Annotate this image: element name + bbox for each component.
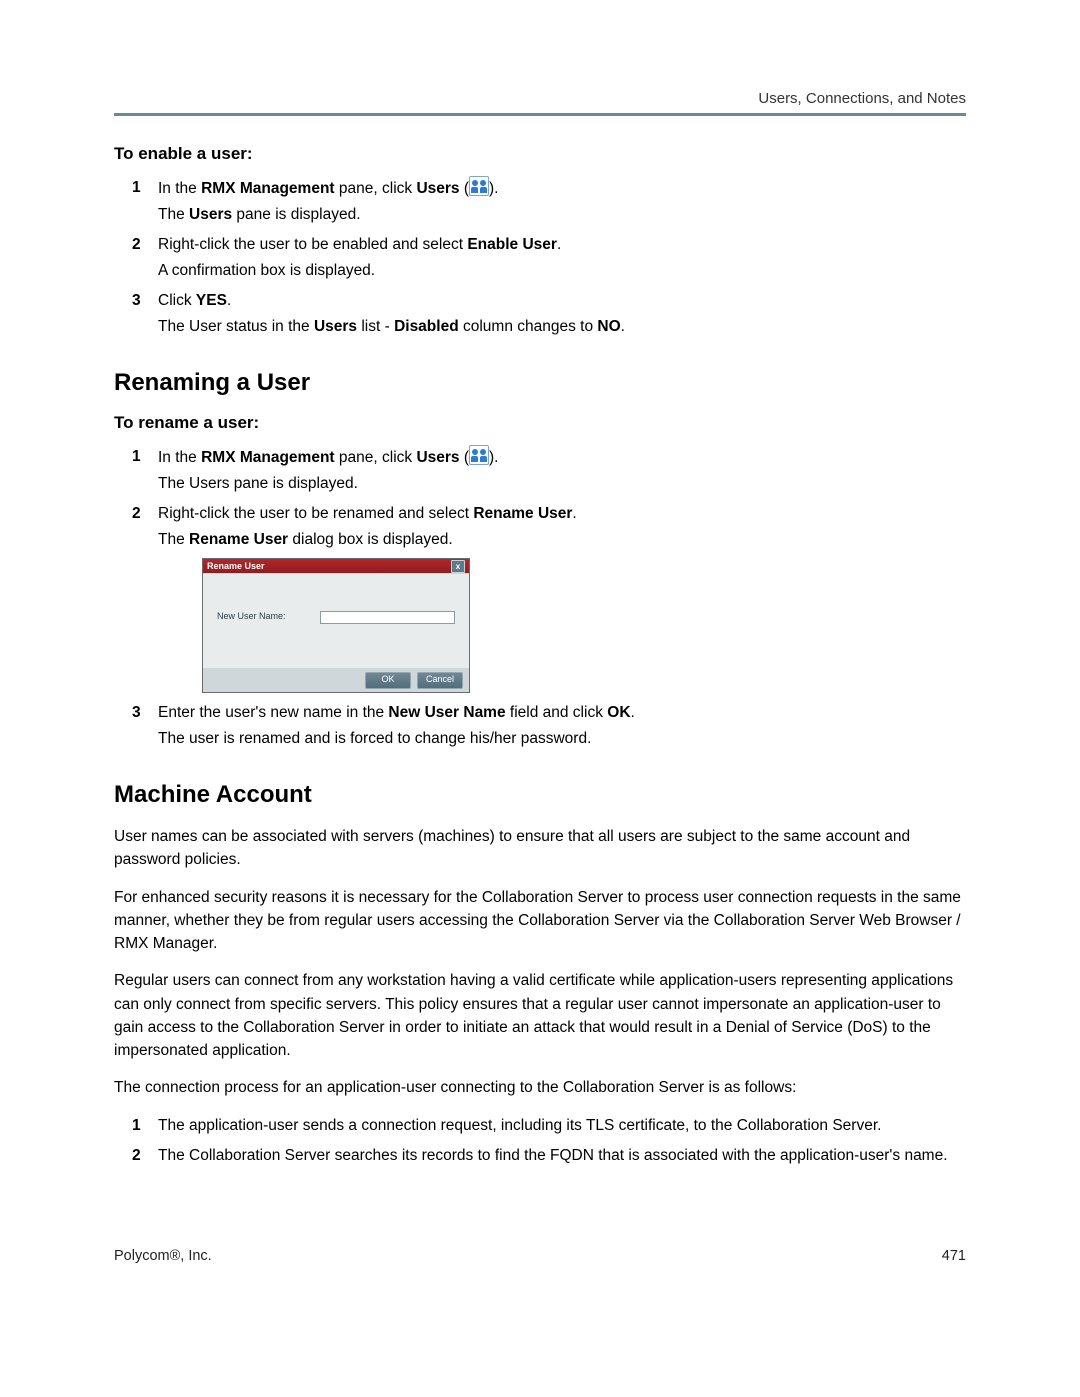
text: In the	[158, 180, 201, 197]
heading-renaming: Renaming a User	[114, 369, 966, 397]
step-number: 2	[132, 502, 141, 526]
paragraph: The connection process for an applicatio…	[114, 1076, 966, 1099]
paragraph: For enhanced security reasons it is nece…	[114, 886, 966, 956]
machine-step-2: 2 The Collaboration Server searches its …	[114, 1144, 966, 1168]
procedure-title-rename: To rename a user:	[114, 413, 966, 433]
text: pane is displayed.	[232, 206, 360, 223]
paragraph: Regular users can connect from any works…	[114, 969, 966, 1062]
users-icon	[469, 445, 489, 465]
text: column changes to	[459, 318, 598, 335]
text: Click	[158, 292, 196, 309]
text: The Collaboration Server searches its re…	[158, 1144, 966, 1168]
text-bold: Rename User	[473, 505, 572, 522]
text: Enter the user's new name in the	[158, 704, 388, 721]
enable-step-3: 3 Click YES. The User status in the User…	[114, 289, 966, 339]
text-bold: OK	[607, 704, 630, 721]
header-rule	[114, 113, 966, 116]
rename-step-1: 1 In the RMX Management pane, click User…	[114, 445, 966, 496]
text: dialog box is displayed.	[288, 531, 453, 548]
users-icon	[469, 176, 489, 196]
rename-user-dialog-figure: Rename User x New User Name: OK Cancel	[202, 558, 966, 693]
text: The Users pane is displayed.	[158, 472, 966, 496]
text: .	[557, 236, 561, 253]
text: The User status in the	[158, 318, 314, 335]
text: A confirmation box is displayed.	[158, 259, 966, 283]
step-number: 2	[132, 1144, 141, 1168]
text: pane, click	[335, 180, 417, 197]
running-head: Users, Connections, and Notes	[114, 90, 966, 107]
text: ).	[489, 180, 498, 197]
text-bold: Users	[416, 180, 459, 197]
machine-step-1: 1 The application-user sends a connectio…	[114, 1114, 966, 1138]
step-number: 1	[132, 176, 141, 200]
text-bold: NO	[597, 318, 620, 335]
text: (	[460, 449, 469, 466]
rename-user-dialog: Rename User x New User Name: OK Cancel	[202, 558, 470, 693]
text: (	[460, 180, 469, 197]
text-bold: Users	[314, 318, 357, 335]
text: The application-user sends a connection …	[158, 1114, 966, 1138]
text: The user is renamed and is forced to cha…	[158, 727, 966, 751]
text: .	[572, 505, 576, 522]
dialog-title-text: Rename User	[207, 559, 265, 573]
dialog-body: New User Name:	[203, 573, 469, 669]
dialog-button-row: OK Cancel	[203, 669, 469, 692]
step-number: 3	[132, 289, 141, 313]
text-bold: YES	[196, 292, 227, 309]
step-number: 2	[132, 233, 141, 257]
text-bold: RMX Management	[201, 449, 335, 466]
text-bold: Disabled	[394, 318, 459, 335]
step-number: 1	[132, 1114, 141, 1138]
text: ).	[489, 449, 498, 466]
new-user-name-input[interactable]	[320, 611, 455, 624]
text-bold: Users	[189, 206, 232, 223]
text: pane, click	[335, 449, 417, 466]
close-icon[interactable]: x	[451, 560, 465, 573]
dialog-titlebar: Rename User x	[203, 559, 469, 573]
machine-steps: 1 The application-user sends a connectio…	[114, 1114, 966, 1168]
step-number: 3	[132, 701, 141, 725]
text-bold: Enable User	[467, 236, 557, 253]
text: Right-click the user to be enabled and s…	[158, 236, 467, 253]
page-footer: Polycom®, Inc. 471	[114, 1248, 966, 1264]
text-bold: New User Name	[388, 704, 505, 721]
text: The	[158, 206, 189, 223]
text: In the	[158, 449, 201, 466]
paragraph: User names can be associated with server…	[114, 825, 966, 872]
text-bold: RMX Management	[201, 180, 335, 197]
text: .	[631, 704, 635, 721]
ok-button[interactable]: OK	[365, 672, 411, 689]
enable-step-1: 1 In the RMX Management pane, click User…	[114, 176, 966, 227]
text-bold: Users	[416, 449, 459, 466]
text: .	[227, 292, 231, 309]
footer-company: Polycom®, Inc.	[114, 1248, 212, 1264]
step-number: 1	[132, 445, 141, 469]
rename-step-2: 2 Right-click the user to be renamed and…	[114, 502, 966, 693]
text: field and click	[506, 704, 608, 721]
text: .	[621, 318, 625, 335]
text: The	[158, 531, 189, 548]
new-user-name-label: New User Name:	[217, 610, 286, 624]
cancel-button[interactable]: Cancel	[417, 672, 463, 689]
rename-step-3: 3 Enter the user's new name in the New U…	[114, 701, 966, 751]
enable-step-2: 2 Right-click the user to be enabled and…	[114, 233, 966, 283]
heading-machine-account: Machine Account	[114, 781, 966, 809]
enable-steps: 1 In the RMX Management pane, click User…	[114, 176, 966, 339]
procedure-title-enable: To enable a user:	[114, 144, 966, 164]
footer-page-number: 471	[942, 1248, 966, 1264]
text: list -	[357, 318, 394, 335]
rename-steps: 1 In the RMX Management pane, click User…	[114, 445, 966, 751]
page: Users, Connections, and Notes To enable …	[0, 0, 1080, 1324]
text-bold: Rename User	[189, 531, 288, 548]
text: Right-click the user to be renamed and s…	[158, 505, 473, 522]
